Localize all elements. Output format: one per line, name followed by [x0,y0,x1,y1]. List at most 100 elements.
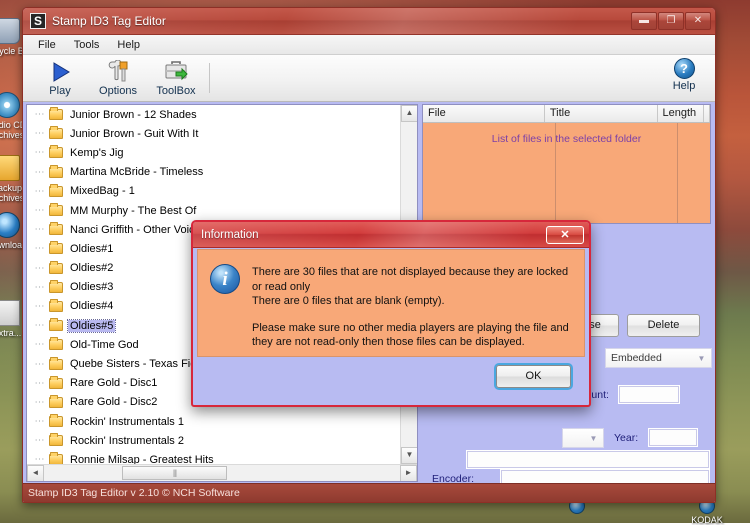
options-label: Options [99,85,137,97]
tree-item-label: MixedBag - 1 [68,185,137,197]
tree-item-label: Oldies#3 [68,281,115,293]
tree-connector-icon: ⋯ [29,167,49,178]
dialog-close-button[interactable]: ✕ [546,226,584,244]
menu-item-tools[interactable]: Tools [65,37,109,53]
tree-item-label: Old-Time God [68,339,141,351]
maximize-button[interactable]: ❐ [658,12,684,30]
toolbox-button[interactable]: ToolBox [147,56,205,100]
tree-item-label: Oldies#1 [68,243,115,255]
internet-explorer-icon [0,212,20,238]
toolbox-label: ToolBox [156,85,195,97]
dialog-message-spacer [252,309,574,321]
scroll-down-icon[interactable]: ▼ [401,447,418,464]
toolbar-separator [209,63,210,93]
folder-icon [49,109,63,120]
delete-button[interactable]: Delete [627,314,700,337]
recycle-bin-icon [0,18,20,44]
tree-item-junior-brown-12-shades[interactable]: ⋯ Junior Brown - 12 Shades [27,105,400,124]
folder-icon [49,167,63,178]
tree-connector-icon: ⋯ [29,186,49,197]
tree-item-label: Rare Gold - Disc2 [68,396,159,408]
tree-item-label: Kemp's Jig [68,147,125,159]
folder-icon [49,147,63,158]
tree-horizontal-scrollbar[interactable]: ◄ ► [27,464,417,481]
comment-field[interactable] [466,450,710,469]
application-window: S Stamp ID3 Tag Editor ▬ ❐ ✕ File Tools … [22,7,716,503]
folder-icon [49,378,63,389]
help-button[interactable]: ? Help [662,58,706,92]
chevron-down-icon: ▼ [587,433,600,445]
artwork-source-value: Embedded [611,352,662,364]
play-icon [46,60,74,84]
toolbox-icon [162,60,190,84]
tree-item-mixedbag-1[interactable]: ⋯ MixedBag - 1 [27,182,400,201]
cd-icon [0,92,20,118]
desktop-icon-label: KODAK [691,515,723,525]
scroll-right-icon[interactable]: ► [400,465,417,482]
menu-bar: File Tools Help [23,35,715,55]
tree-item-rockin-instrumentals-1[interactable]: ⋯ Rockin' Instrumentals 1 [27,412,400,431]
folder-icon [49,339,63,350]
tree-connector-icon: ⋯ [29,435,49,446]
play-label: Play [49,85,70,97]
tree-item-ronnie-milsap[interactable]: ⋯ Ronnie Milsap - Greatest Hits [27,450,400,464]
tree-horizontal-scroll-thumb[interactable] [122,466,227,480]
tree-item-label: Rare Gold - Disc1 [68,377,159,389]
folder-icon [49,320,63,331]
information-dialog: Information ✕ i There are 30 files that … [191,220,591,407]
photo-icon [0,300,20,326]
dialog-message-line3: Please make sure no other media players … [252,321,574,350]
column-header-title[interactable]: Title [545,105,658,122]
column-divider [677,123,678,223]
scroll-left-icon[interactable]: ◄ [27,465,44,482]
tree-connector-icon: ⋯ [29,224,49,235]
tree-item-label: Rockin' Instrumentals 1 [68,416,186,428]
folder-icon [49,454,63,464]
column-header-file[interactable]: File [423,105,545,122]
tree-item-label: Oldies#4 [68,300,115,312]
year-label: Year: [614,432,638,444]
column-header-length[interactable]: Length [658,105,704,122]
tree-item-label: Nanci Griffith - Other Voices [68,224,208,236]
tree-connector-icon: ⋯ [29,282,49,293]
dialog-footer: OK [197,359,585,401]
tree-connector-icon: ⋯ [29,320,49,331]
tree-item-kemps-jig[interactable]: ⋯ Kemp's Jig [27,143,400,162]
genre-dropdown[interactable]: ▼ [562,428,604,448]
folder-icon [49,359,63,370]
tree-item-junior-brown-guit-with-it[interactable]: ⋯ Junior Brown - Guit With It [27,124,400,143]
folder-icon [0,155,20,181]
desktop-icon-label: Backup Archives [0,183,24,203]
tree-item-label: Oldies#5 [68,320,115,332]
tree-item-mm-murphy-best-of[interactable]: ⋯ MM Murphy - The Best Of [27,201,400,220]
folder-icon [49,205,63,216]
folder-icon [49,128,63,139]
tree-connector-icon: ⋯ [29,339,49,350]
tree-item-label: Oldies#2 [68,262,115,274]
play-button[interactable]: Play [31,56,89,100]
window-title: Stamp ID3 Tag Editor [52,14,631,28]
tree-connector-icon: ⋯ [29,301,49,312]
close-button[interactable]: ✕ [685,12,711,30]
dialog-title-bar[interactable]: Information ✕ [193,222,589,248]
scroll-up-icon[interactable]: ▲ [401,105,418,122]
tree-item-martina-mcbride-timeless[interactable]: ⋯ Martina McBride - Timeless [27,163,400,182]
tree-item-label: Rockin' Instrumentals 2 [68,435,186,447]
tree-item-label: Ronnie Milsap - Greatest Hits [68,454,216,464]
minimize-button[interactable]: ▬ [631,12,657,30]
menu-item-help[interactable]: Help [108,37,149,53]
dialog-message: There are 30 files that are not displaye… [252,264,574,356]
minimize-icon: ▬ [632,13,656,29]
count-field[interactable] [618,385,680,404]
tree-connector-icon: ⋯ [29,263,49,274]
title-bar[interactable]: S Stamp ID3 Tag Editor ▬ ❐ ✕ [23,8,715,35]
tree-item-rockin-instrumentals-2[interactable]: ⋯ Rockin' Instrumentals 2 [27,431,400,450]
menu-item-file[interactable]: File [29,37,65,53]
artwork-source-dropdown[interactable]: Embedded ▼ [605,348,712,368]
ok-button[interactable]: OK [496,365,571,388]
status-bar: Stamp ID3 Tag Editor v 2.10 © NCH Softwa… [23,483,715,502]
tree-connector-icon: ⋯ [29,416,49,427]
dialog-title: Information [193,229,546,241]
options-button[interactable]: Options [89,56,147,100]
year-field[interactable] [648,428,698,447]
